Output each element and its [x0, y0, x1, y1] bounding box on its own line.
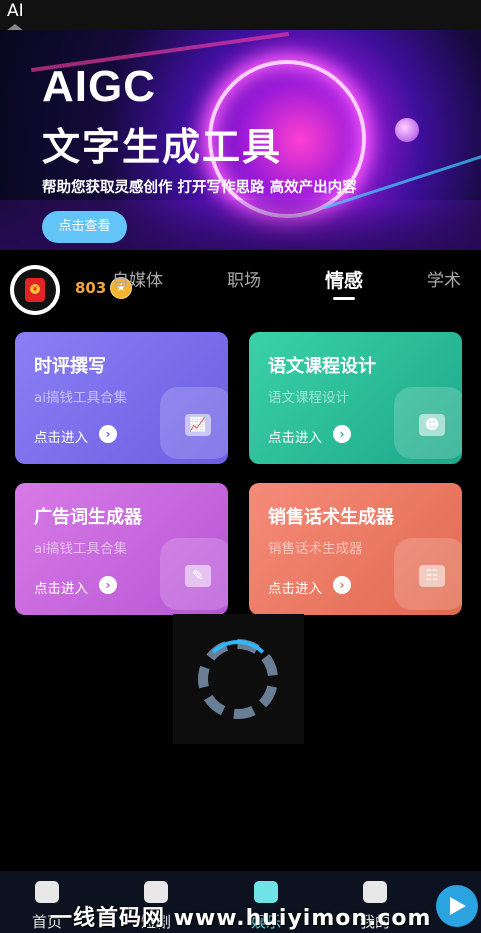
score-value: 803	[75, 279, 107, 297]
spinner-arc	[201, 640, 275, 714]
status-label: AI	[7, 1, 24, 21]
card-commentary[interactable]: 时评撰写 ai搞钱工具合集 点击进入 › 📈	[15, 332, 228, 464]
card-ad-generator[interactable]: 广告词生成器 ai搞钱工具合集 点击进入 › ✎	[15, 483, 228, 615]
loading-spinner	[173, 614, 304, 744]
banner[interactable]: AIGC 文字生成工具 帮助您获取灵感创作 打开写作思路 高效产出内容 点击查看	[0, 30, 481, 250]
card-enter-label: 点击进入	[34, 581, 88, 597]
edit-icon: ✎	[185, 565, 211, 587]
tab-academic[interactable]: 学术	[427, 266, 461, 291]
arrow-right-icon: ›	[99, 425, 117, 443]
arrow-right-icon: ›	[333, 425, 351, 443]
card-title: 广告词生成器	[34, 507, 142, 528]
tab-emotion[interactable]: 情感	[325, 266, 363, 293]
head-icon: ☻	[419, 414, 445, 436]
avatar-inner: ¥	[14, 269, 56, 311]
status-bar: AI	[0, 0, 481, 31]
banner-view-button[interactable]: 点击查看	[42, 211, 127, 243]
avatar[interactable]: ¥	[8, 263, 62, 317]
card-enter-label: 点击进入	[268, 430, 322, 446]
tab-media[interactable]: 自媒体	[112, 266, 163, 291]
card-enter-label: 点击进入	[268, 581, 322, 597]
card-desc: ai搞钱工具合集	[34, 390, 128, 406]
card-title: 时评撰写	[34, 356, 106, 377]
arrow-right-icon: ›	[333, 576, 351, 594]
arrow-right-icon: ›	[99, 576, 117, 594]
card-sales-script[interactable]: 销售话术生成器 销售话术生成器 点击进入 › ☷	[249, 483, 462, 615]
planet-icon	[395, 118, 419, 142]
banner-subtitle: 帮助您获取灵感创作 打开写作思路 高效产出内容	[42, 180, 357, 196]
banner-title: AIGC	[42, 62, 156, 111]
card-enter-label: 点击进入	[34, 430, 88, 446]
card-chinese-course[interactable]: 语文课程设计 语文课程设计 点击进入 › ☻	[249, 332, 462, 464]
banner-title-secondary: 文字生成工具	[42, 125, 283, 169]
watermark-text: 一线首码网 www.huiyimon.com	[50, 906, 432, 931]
tab-indicator	[333, 297, 355, 300]
tab-workplace[interactable]: 职场	[227, 266, 261, 291]
yen-icon: ¥	[30, 284, 40, 294]
card-desc: 语文课程设计	[268, 390, 349, 406]
card-title: 销售话术生成器	[268, 507, 394, 528]
red-packet-icon: ¥	[25, 278, 45, 302]
play-icon	[450, 897, 466, 915]
chart-icon: 📈	[185, 414, 211, 436]
card-desc: ai搞钱工具合集	[34, 541, 128, 557]
card-title: 语文课程设计	[268, 356, 376, 377]
speech-icon: ☷	[419, 565, 445, 587]
card-desc: 销售话术生成器	[268, 541, 363, 557]
watermark-logo-icon	[436, 885, 478, 927]
